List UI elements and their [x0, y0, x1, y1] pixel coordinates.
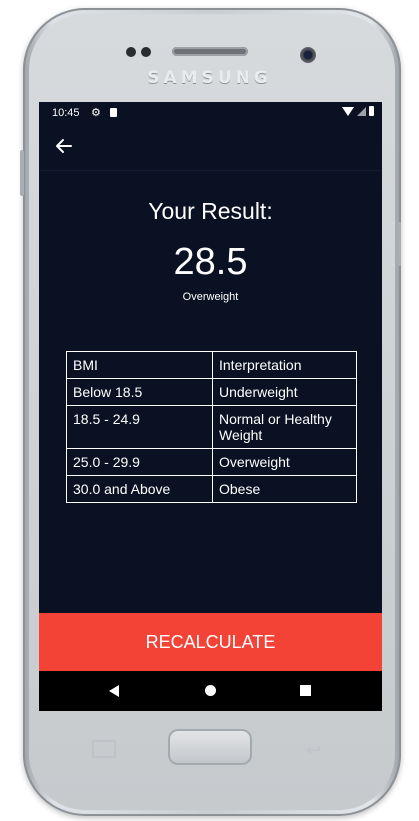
table-header-cell: Interpretation	[212, 351, 357, 379]
nav-back-icon[interactable]	[109, 685, 119, 697]
table-cell: Overweight	[212, 448, 357, 476]
table-cell: 18.5 - 24.9	[66, 405, 213, 449]
bmi-table: BMI Interpretation Below 18.5 Underweigh…	[66, 351, 357, 503]
bmi-category: Overweight	[182, 291, 239, 303]
table-header-row: BMI Interpretation	[66, 351, 357, 379]
bmi-value: 28.5	[173, 241, 248, 283]
recalculate-button[interactable]: RECALCULATE	[39, 613, 382, 671]
table-cell: Underweight	[212, 378, 357, 406]
table-cell: Obese	[212, 475, 357, 503]
android-nav-bar	[39, 671, 382, 711]
wifi-icon	[342, 106, 354, 116]
earpiece-speaker	[172, 47, 248, 56]
battery-icon	[369, 106, 374, 116]
table-header-cell: BMI	[66, 351, 213, 379]
gear-icon: ⚙	[91, 107, 101, 119]
hardware-recents-icon[interactable]	[92, 740, 116, 758]
status-time: 10:45	[52, 107, 80, 119]
sensor-icon	[141, 47, 151, 57]
table-row: 30.0 and Above Obese	[66, 475, 357, 503]
table-row: Below 18.5 Underweight	[66, 378, 357, 406]
app-toolbar	[39, 126, 382, 171]
status-bar: 10:45 ⚙	[39, 102, 382, 126]
sensor-icon	[126, 47, 136, 57]
table-cell: 30.0 and Above	[66, 475, 213, 503]
result-title: Your Result:	[148, 198, 273, 224]
nav-recents-icon[interactable]	[300, 685, 311, 696]
power-button	[397, 222, 401, 266]
status-icons	[342, 106, 374, 116]
arrow-left-icon-svg	[56, 139, 72, 153]
front-camera-icon	[300, 47, 316, 63]
brand-logo: SAMSUNG	[147, 68, 272, 88]
table-row: 18.5 - 24.9 Normal or Healthy Weight	[66, 405, 357, 449]
volume-button	[20, 150, 24, 196]
sd-card-icon	[110, 108, 117, 117]
nav-home-icon[interactable]	[205, 685, 216, 696]
table-cell: 25.0 - 29.9	[66, 448, 213, 476]
signal-icon	[357, 106, 366, 116]
table-row: 25.0 - 29.9 Overweight	[66, 448, 357, 476]
arrow-left-icon[interactable]	[53, 135, 75, 157]
hardware-home-button[interactable]	[168, 729, 252, 765]
app-screen: 10:45 ⚙ Your Result: 28.5 Overweight BMI…	[39, 102, 382, 711]
table-cell: Normal or Healthy Weight	[212, 405, 357, 449]
table-cell: Below 18.5	[66, 378, 213, 406]
hardware-back-icon[interactable]: ↩	[306, 740, 321, 761]
